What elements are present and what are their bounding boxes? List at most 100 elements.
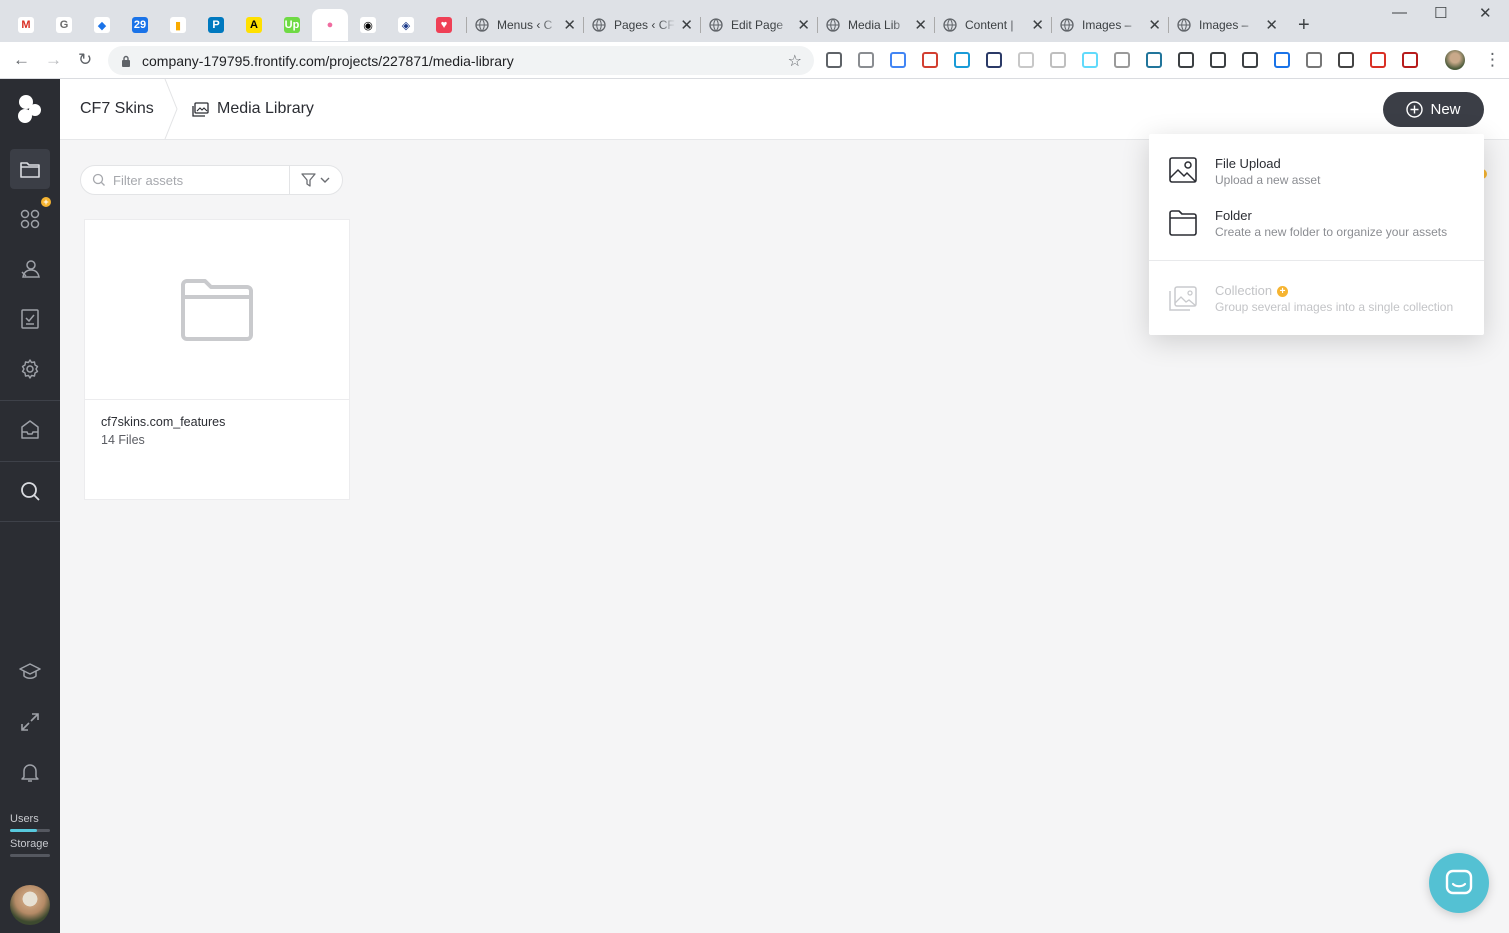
globe-icon	[1060, 18, 1074, 32]
eraser-ext-icon[interactable]	[1306, 52, 1322, 68]
pinned-tab[interactable]: G	[46, 9, 82, 41]
breadcrumb-media-library[interactable]: Media Library	[192, 100, 314, 118]
frontify-logo[interactable]	[10, 89, 50, 129]
wordpress-ext-icon[interactable]	[1146, 52, 1162, 68]
breadcrumb-project[interactable]: CF7 Skins	[80, 100, 154, 118]
tab-close-icon[interactable]: ✕	[1148, 16, 1161, 34]
new-button[interactable]: New	[1383, 92, 1484, 127]
ghostery-ext-icon[interactable]	[1338, 52, 1354, 68]
back-icon[interactable]: ←	[13, 50, 30, 70]
reload-icon[interactable]: ↻	[78, 50, 92, 70]
pinned-tab[interactable]: ◉	[350, 9, 386, 41]
browser-tab[interactable]: Menus ‹ C ✕	[467, 9, 584, 41]
react-ext-icon[interactable]	[1082, 52, 1098, 68]
notifications-nav[interactable]	[10, 752, 50, 792]
pinned-tab[interactable]: ◈	[388, 9, 424, 41]
filter-options-button[interactable]	[289, 166, 342, 194]
chat-launcher-button[interactable]	[1429, 853, 1489, 913]
circle-app-tab-icon: ◉	[360, 17, 376, 33]
pinned-tab[interactable]: Up	[274, 9, 310, 41]
fullscreen-nav[interactable]	[10, 702, 50, 742]
ruler-ext-icon[interactable]	[1242, 52, 1258, 68]
user-avatar[interactable]	[10, 885, 50, 925]
sidebar-divider	[0, 461, 60, 462]
browser-profile-avatar[interactable]	[1445, 50, 1465, 70]
bookmark-star-icon[interactable]: ☆	[788, 51, 802, 71]
browser-tab[interactable]: Content | ✕	[935, 9, 1052, 41]
pro-badge: +	[1277, 286, 1289, 297]
tampermonkey-ext-icon[interactable]	[986, 52, 1002, 68]
pdf-ext-icon[interactable]	[1402, 52, 1418, 68]
minimize-icon[interactable]: —	[1392, 4, 1407, 21]
screenshot-ext-icon[interactable]	[1210, 52, 1226, 68]
address-bar[interactable]: company-179795.frontify.com/projects/227…	[108, 46, 814, 75]
drive-tab-icon: ◆	[94, 17, 110, 33]
pinned-tab[interactable]: P	[198, 9, 234, 41]
browser-tab[interactable]: Images – ✕	[1052, 9, 1169, 41]
color-picker-ext-icon[interactable]	[890, 52, 906, 68]
inbox-nav[interactable]	[10, 410, 50, 450]
tab-close-icon[interactable]: ✕	[563, 16, 576, 34]
filter-assets-input[interactable]	[113, 172, 283, 188]
pinned-tab[interactable]: ●	[312, 9, 348, 41]
forward-icon[interactable]: →	[45, 50, 62, 70]
settings-nav[interactable]	[10, 349, 50, 389]
media-library-nav[interactable]	[10, 149, 50, 189]
folder-icon	[181, 278, 253, 341]
window-ext-icon[interactable]	[954, 52, 970, 68]
globe-icon	[475, 18, 489, 32]
pinned-tab[interactable]: ♥	[426, 9, 462, 41]
new-tab-button[interactable]: +	[1298, 14, 1310, 37]
apps-nav[interactable]: +	[10, 197, 51, 239]
translate-ext-icon[interactable]	[1274, 52, 1290, 68]
browser-toolbar: ← → ↻ company-179795.frontify.com/projec…	[0, 42, 1509, 79]
filter-bar	[80, 165, 343, 195]
sidebar-divider	[0, 521, 60, 522]
eyedropper-ext-icon[interactable]	[1178, 52, 1194, 68]
lock-icon	[122, 55, 130, 67]
users-nav[interactable]	[10, 249, 50, 289]
browser-tab[interactable]: Media Lib ✕	[818, 9, 935, 41]
tab-close-icon[interactable]: ✕	[1265, 16, 1278, 34]
pinned-tab[interactable]: ◆	[84, 9, 120, 41]
pinned-tab[interactable]: 29	[122, 9, 158, 41]
adblock-ext-icon[interactable]	[1370, 52, 1386, 68]
users-quota-fill	[10, 829, 38, 832]
folder-thumbnail	[85, 220, 349, 400]
pinned-tab[interactable]: M	[8, 9, 44, 41]
browser-tab-label: Images –	[1082, 18, 1132, 32]
maximize-icon[interactable]: ☐	[1434, 4, 1447, 22]
bell-icon	[21, 764, 39, 782]
menu-divider	[1149, 260, 1484, 261]
new-dropdown-menu: File Upload Upload a new asset Folder Cr…	[1149, 134, 1484, 335]
browser-tab[interactable]: Edit Page ✕	[701, 9, 818, 41]
pocket-ext-icon[interactable]	[826, 52, 842, 68]
tasks-nav[interactable]	[10, 299, 50, 339]
browser-menu-icon[interactable]: ⋮	[1484, 50, 1501, 70]
blank-ext-icon[interactable]	[1018, 52, 1034, 68]
academy-nav[interactable]	[10, 652, 50, 692]
browser-tab[interactable]: Pages ‹ CF ✕	[584, 9, 701, 41]
browser-tab[interactable]: Images – ✕	[1169, 9, 1286, 41]
lastpass-ext-icon[interactable]	[922, 52, 938, 68]
tab-close-icon[interactable]: ✕	[1031, 16, 1044, 34]
pinned-tab[interactable]: ▮	[160, 9, 196, 41]
close-window-icon[interactable]: ✕	[1479, 4, 1492, 22]
menu-item-folder[interactable]: Folder Create a new folder to organize y…	[1149, 204, 1484, 256]
pro-badge: +	[41, 197, 51, 207]
folder-card[interactable]: cf7skins.com_features 14 Files	[85, 220, 349, 499]
loader-ext-icon[interactable]	[1050, 52, 1066, 68]
app-sidebar: + Users Storage	[0, 79, 60, 933]
browser-tab-label: Content |	[965, 18, 1014, 32]
tab-close-icon[interactable]: ✕	[914, 16, 927, 34]
menu-item-collection[interactable]: Collection + Group several images into a …	[1149, 279, 1484, 331]
tab-close-icon[interactable]: ✕	[797, 16, 810, 34]
menu-item-file-upload[interactable]: File Upload Upload a new asset	[1149, 152, 1484, 204]
folder-name: cf7skins.com_features	[101, 415, 226, 429]
pinned-tab[interactable]: A	[236, 9, 272, 41]
tab-close-icon[interactable]: ✕	[680, 16, 693, 34]
grid-ext-icon[interactable]	[1114, 52, 1130, 68]
ahrefs-tab-icon: A	[246, 17, 262, 33]
camera-ext-icon[interactable]	[858, 52, 874, 68]
search-nav[interactable]	[10, 471, 50, 511]
